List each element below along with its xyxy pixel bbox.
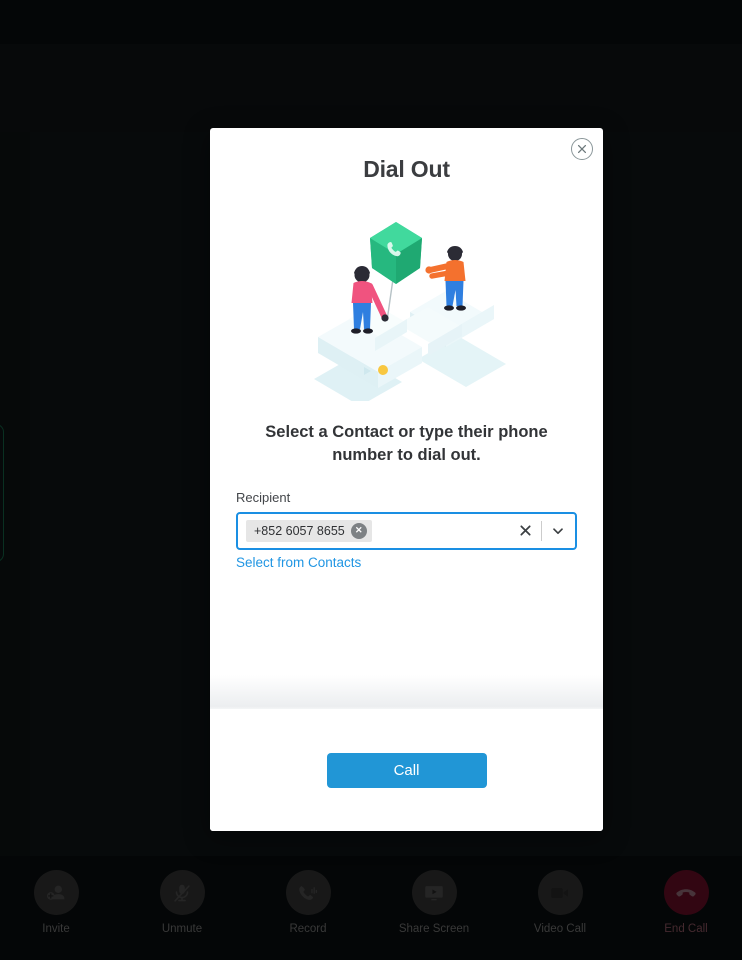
select-divider (541, 520, 542, 541)
modal-footer: Call (210, 709, 603, 831)
recipient-input[interactable]: +852 6057 8655 ✕ (236, 511, 577, 550)
dial-out-modal: Dial Out Select a Contact or type their … (210, 128, 603, 831)
chip-remove-icon[interactable]: ✕ (350, 522, 367, 539)
recipient-chip: +852 6057 8655 ✕ (246, 519, 372, 542)
select-from-contacts-link[interactable]: Select from Contacts (236, 555, 361, 570)
dial-out-illustration (236, 193, 577, 403)
call-button[interactable]: Call (326, 752, 487, 788)
recipient-label: Recipient (236, 489, 291, 505)
page-title: Dial Out (363, 156, 450, 182)
chevron-down-icon[interactable] (547, 524, 569, 538)
modal-subtitle: Select a Contact or type their phone num… (265, 423, 548, 465)
modal-body: Dial Out Select a Contact or type their … (210, 128, 603, 709)
recipient-chip-label: +852 6057 8655 (254, 523, 345, 538)
clear-icon[interactable] (514, 524, 536, 537)
